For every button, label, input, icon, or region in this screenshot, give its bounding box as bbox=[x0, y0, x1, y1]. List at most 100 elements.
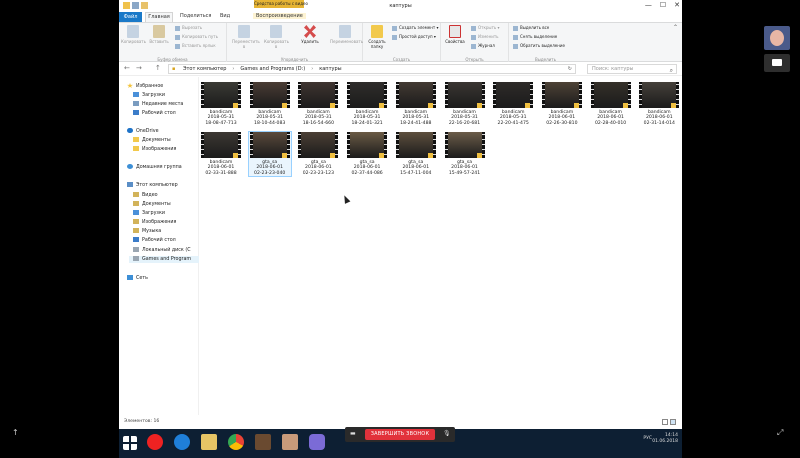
breadcrumb-drive[interactable]: Games and Programs (D:) bbox=[240, 66, 305, 72]
explorer-window: Средства работы с видео каптуры — ☐ ✕ Фа… bbox=[119, 0, 682, 458]
paste-shortcut-button[interactable]: Вставить ярлык bbox=[175, 43, 216, 49]
nav-item-downloads-pc[interactable]: Загрузки bbox=[133, 210, 165, 217]
up-button[interactable]: ↑ bbox=[155, 64, 161, 72]
new-item-button[interactable]: Создать элемент ▾ bbox=[392, 25, 438, 31]
copy-button[interactable]: Копировать bbox=[121, 25, 146, 44]
copy-to-button[interactable]: Копировать в bbox=[264, 25, 289, 49]
nav-item-od-images[interactable]: Изображения bbox=[133, 146, 176, 153]
file-item[interactable]: gta_sa 2018-06-01 02-23-23-040 bbox=[247, 130, 292, 178]
file-item[interactable]: bandicam 2018-05-31 18-24-41-488 bbox=[395, 82, 437, 126]
file-item[interactable]: bandicam 2018-06-01 02-28-40-010 bbox=[590, 82, 632, 126]
large-icons-view-icon[interactable] bbox=[670, 419, 676, 425]
new-folder-button[interactable]: Создать папку bbox=[365, 25, 389, 49]
breadcrumb-this-pc[interactable]: Этот компьютер bbox=[183, 66, 226, 72]
refresh-button[interactable]: ↻ bbox=[568, 65, 572, 74]
tab-file[interactable]: Файл bbox=[119, 12, 142, 22]
arrow-up-icon[interactable]: ↑ bbox=[12, 428, 19, 437]
nav-onedrive[interactable]: OneDrive bbox=[127, 128, 159, 135]
microphone-icon[interactable]: 🎙 bbox=[443, 430, 451, 438]
file-item[interactable]: gta_sa 2018-06-01 02-23-23-123 bbox=[297, 132, 339, 176]
item-count: Элементов: 16 bbox=[124, 419, 160, 424]
start-button-icon[interactable] bbox=[123, 436, 137, 450]
language-indicator[interactable]: РУС bbox=[643, 436, 652, 442]
nav-item-desktop-pc[interactable]: Рабочий стол bbox=[133, 237, 176, 244]
file-item[interactable]: bandicam 2018-05-31 18-08-47-713 bbox=[200, 82, 242, 126]
chat-icon[interactable]: ▬ bbox=[350, 430, 357, 438]
system-tray[interactable]: РУС 14:14 01.06.2018 bbox=[643, 433, 678, 445]
delete-button[interactable]: Удалить bbox=[298, 25, 322, 44]
yandex-browser-icon[interactable] bbox=[147, 434, 163, 450]
file-item[interactable]: bandicam 2018-06-01 02-33-31-888 bbox=[200, 132, 242, 176]
discord-icon[interactable] bbox=[309, 434, 325, 450]
internet-explorer-icon[interactable] bbox=[174, 434, 190, 450]
move-to-button[interactable]: Переместить в bbox=[232, 25, 260, 49]
details-view-icon[interactable] bbox=[662, 419, 668, 425]
properties-button[interactable]: Свойства bbox=[443, 25, 467, 44]
nav-item-local-disk[interactable]: Локальный диск (C bbox=[133, 247, 191, 254]
file-item[interactable]: gta_sa 2018-06-01 15-49-57-241 bbox=[444, 132, 486, 176]
nav-label: Загрузки bbox=[142, 211, 165, 216]
file-item[interactable]: bandicam 2018-05-31 18-16-54-660 bbox=[297, 82, 339, 126]
nav-item-pictures[interactable]: Изображения bbox=[133, 219, 176, 226]
collapse-ribbon-icon[interactable]: ⌃ bbox=[673, 25, 678, 31]
nav-label: Видео bbox=[142, 193, 158, 198]
rename-button[interactable]: Переименовать bbox=[330, 25, 363, 44]
camera-toggle-button[interactable] bbox=[764, 54, 790, 72]
easy-access-button[interactable]: Простой доступ ▾ bbox=[392, 34, 436, 40]
nav-item-videos[interactable]: Видео bbox=[133, 192, 158, 199]
paste-button[interactable]: Вставить bbox=[147, 25, 171, 44]
end-call-button[interactable]: ЗАВЕРШИТЬ ЗВОНОК bbox=[365, 429, 435, 440]
new-item-icon bbox=[392, 25, 397, 31]
file-item[interactable]: bandicam 2018-05-31 18-10-44-083 bbox=[249, 82, 291, 126]
game-icon[interactable] bbox=[255, 434, 271, 450]
cut-button[interactable]: Вырезать bbox=[175, 25, 202, 31]
file-item[interactable]: gta_sa 2018-06-01 15-47-11-004 bbox=[395, 132, 437, 176]
edit-button[interactable]: Изменить bbox=[471, 34, 499, 40]
select-none-button[interactable]: Снять выделение bbox=[513, 34, 557, 40]
minimize-button[interactable]: — bbox=[645, 1, 652, 9]
nav-item-od-documents[interactable]: Документы bbox=[133, 137, 171, 144]
file-item[interactable]: gta_sa 2018-06-01 02-37-44-086 bbox=[346, 132, 388, 176]
tab-share[interactable]: Поделиться bbox=[180, 13, 211, 19]
nav-homegroup[interactable]: Домашняя группа bbox=[127, 164, 182, 171]
file-explorer-icon[interactable] bbox=[201, 434, 217, 450]
nav-item-desktop[interactable]: Рабочий стол bbox=[133, 110, 176, 117]
app-icon[interactable] bbox=[282, 434, 298, 450]
nav-item-games-drive[interactable]: Games and Program bbox=[129, 256, 199, 263]
history-label: Журнал bbox=[478, 43, 495, 48]
tab-view[interactable]: Вид bbox=[220, 13, 230, 19]
copy-path-button[interactable]: Копировать путь bbox=[175, 34, 218, 40]
forward-button[interactable]: → bbox=[136, 64, 142, 72]
file-time: 18-24-01-321 bbox=[351, 120, 383, 126]
file-item[interactable]: bandicam 2018-06-01 02-31-14-014 bbox=[638, 82, 680, 126]
invert-selection-button[interactable]: Обратить выделение bbox=[513, 43, 565, 49]
close-button[interactable]: ✕ bbox=[674, 1, 680, 9]
history-button[interactable]: Журнал bbox=[471, 43, 495, 49]
file-item[interactable]: bandicam 2018-06-01 02-26-30-810 bbox=[541, 82, 583, 126]
file-item[interactable]: bandicam 2018-05-31 22-20-41-475 bbox=[492, 82, 534, 126]
view-toggle bbox=[662, 419, 676, 425]
nav-this-pc[interactable]: Этот компьютер bbox=[127, 182, 178, 189]
tab-home[interactable]: Главная bbox=[145, 12, 173, 22]
search-input[interactable]: Поиск: каптуры ⌕ bbox=[587, 64, 677, 74]
caller-avatar[interactable] bbox=[764, 26, 790, 50]
select-all-button[interactable]: Выделить все bbox=[513, 25, 549, 31]
file-item[interactable]: bandicam 2018-05-31 18-24-01-321 bbox=[346, 82, 388, 126]
nav-item-music[interactable]: Музыка bbox=[133, 228, 161, 235]
move-to-label: Переместить в bbox=[232, 39, 260, 49]
tab-playback[interactable]: Воспроизведение bbox=[253, 13, 306, 19]
nav-item-downloads[interactable]: Загрузки bbox=[133, 92, 165, 99]
chrome-icon[interactable] bbox=[228, 434, 244, 450]
fullscreen-icon[interactable]: ⤢ bbox=[777, 428, 783, 438]
open-button[interactable]: Открыть ▾ bbox=[471, 25, 500, 31]
nav-favorites[interactable]: Избранное bbox=[127, 83, 163, 90]
breadcrumb-folder[interactable]: каптуры bbox=[319, 66, 341, 72]
file-item[interactable]: bandicam 2018-05-31 22-16-20-681 bbox=[444, 82, 486, 126]
nav-item-documents[interactable]: Документы bbox=[133, 201, 171, 208]
nav-network[interactable]: Сеть bbox=[127, 275, 148, 282]
nav-item-recent[interactable]: Недавние места bbox=[133, 101, 183, 108]
file-time: 02-33-31-888 bbox=[205, 170, 237, 176]
back-button[interactable]: ← bbox=[124, 64, 130, 72]
address-path[interactable]: Этот компьютер › Games and Programs (D:) › к… bbox=[168, 64, 576, 74]
maximize-button[interactable]: ☐ bbox=[660, 1, 666, 9]
